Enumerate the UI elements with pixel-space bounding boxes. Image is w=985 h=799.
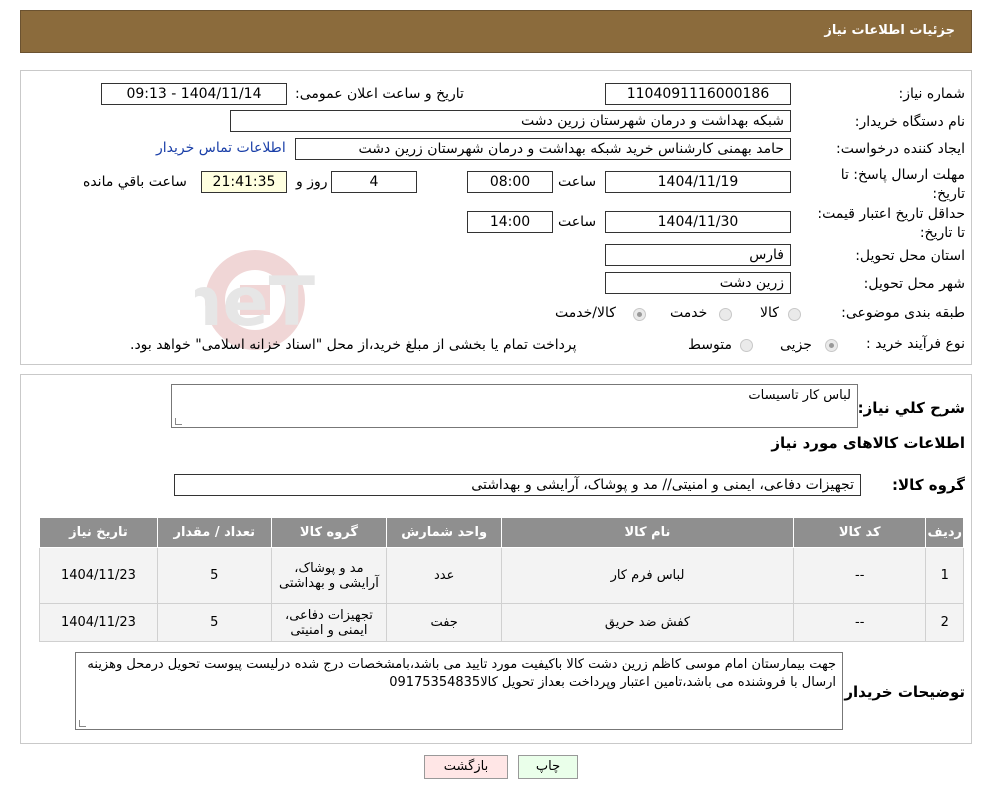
col-header-unit: واحد شمارش [386,517,503,548]
category-option-service: خدمت [670,305,708,321]
cell-code: -- [792,547,927,604]
cell-name: کفش ضد حریق [501,603,794,642]
announce-label: تاریخ و ساعت اعلان عمومی: [295,86,464,102]
days-field: 4 [331,171,417,193]
cell-code: -- [792,603,927,642]
print-button[interactable]: چاپ [518,755,578,779]
items-title: اطلاعات کالاهای مورد نیاز [771,434,965,452]
table-row: 1 -- لباس فرم کار عدد مد و پوشاک، آرایشی… [39,547,964,604]
deadline-time-label: ساعت [558,174,597,190]
buyer-contact-link[interactable]: اطلاعات تماس خریدار [156,140,286,156]
category-radio-service[interactable] [719,308,732,321]
col-header-date: تاریخ نیاز [39,517,158,548]
buyer-notes-text: جهت بیمارستان امام موسی کاظم زرین دشت کا… [87,657,836,690]
category-option-goods: کالا [760,305,779,321]
validity-time-field: 14:00 [467,211,553,233]
items-table: ردیف کد کالا نام کالا واحد شمارش گروه کا… [39,517,964,642]
validity-date-field: 1404/11/30 [605,211,791,233]
city-label: شهر محل تحویل: [863,276,965,292]
watermark-text: AriaTender.neT [195,263,316,342]
creator-label: ایجاد کننده درخواست: [836,141,965,157]
buyer-notes-label: توضیحات خریدار: [838,683,965,701]
validity-time-label: ساعت [558,214,597,230]
days-label: روز و [296,174,328,190]
group-label: گروه کالا: [892,476,965,494]
cell-group: تجهیزات دفاعی، ایمنی و امنیتی [270,603,388,642]
process-label: نوع فرآیند خرید : [866,336,965,352]
category-radio-goods[interactable] [788,308,801,321]
resize-handle-icon[interactable] [175,418,182,425]
col-header-qty: تعداد / مقدار [156,517,272,548]
process-option-medium: متوسط [688,337,732,353]
category-option-goods-service: کالا/خدمت [555,305,616,321]
summary-textarea[interactable]: لباس کار تاسیسات [171,384,858,428]
buyer-org-field: شبکه بهداشت و درمان شهرستان زرین دشت [230,110,791,132]
group-field: تجهیزات دفاعی، ایمنی و امنیتی// مد و پوش… [174,474,861,496]
cell-unit: جفت [386,603,503,642]
cell-row: 1 [925,547,964,604]
city-field: زرین دشت [605,272,791,294]
col-header-row: ردیف [925,517,964,548]
need-number-label: شماره نیاز: [898,86,966,102]
remaining-time-field: 21:41:35 [201,171,287,193]
process-payment-note: پرداخت تمام یا بخشی از مبلغ خرید،از محل … [130,337,577,353]
col-header-code: کد کالا [792,517,927,548]
items-table-wrapper: ردیف کد کالا نام کالا واحد شمارش گروه کا… [39,517,964,642]
table-row: 2 -- کفش ضد حریق جفت تجهیزات دفاعی، ایمن… [39,603,964,642]
process-option-minor: جزیی [780,337,812,353]
page-title: جزئیات اطلاعات نیاز [824,23,955,38]
back-button[interactable]: بازگشت [424,755,508,779]
cell-date: 1404/11/23 [39,603,158,642]
deadline-label: مهلت ارسال پاسخ: تا تاریخ: [840,167,965,202]
cell-name: لباس فرم کار [501,547,794,604]
col-header-name: نام کالا [501,517,794,548]
announce-field: 1404/11/14 - 09:13 [101,83,287,105]
cell-qty: 5 [156,547,272,604]
process-radio-minor[interactable] [825,339,838,352]
summary-label: شرح کلي نياز: [857,399,965,417]
buyer-org-label: نام دستگاه خریدار: [854,114,965,130]
cell-qty: 5 [156,603,272,642]
summary-text: لباس کار تاسیسات [748,388,851,403]
province-field: فارس [605,244,791,266]
category-radio-goods-service[interactable] [633,308,646,321]
need-number-field: 1104091116000186 [605,83,791,105]
col-header-group: گروه کالا [270,517,388,548]
cell-group: مد و پوشاک، آرایشی و بهداشتی [270,547,388,604]
buyer-notes-textarea[interactable]: جهت بیمارستان امام موسی کاظم زرین دشت کا… [75,652,843,730]
resize-handle-icon[interactable] [79,720,86,727]
province-label: استان محل تحویل: [855,248,965,264]
cell-date: 1404/11/23 [39,547,158,604]
remaining-label: ساعت باقي مانده [83,174,187,190]
page-header: جزئیات اطلاعات نیاز [20,10,972,53]
deadline-date-field: 1404/11/19 [605,171,791,193]
process-radio-medium[interactable] [740,339,753,352]
table-header-row: ردیف کد کالا نام کالا واحد شمارش گروه کا… [39,517,964,548]
creator-field: حامد بهمنی کارشناس خرید شبکه بهداشت و در… [295,138,791,160]
deadline-time-field: 08:00 [467,171,553,193]
cell-unit: عدد [386,547,503,604]
cell-row: 2 [925,603,964,642]
validity-label: حداقل تاریخ اعتبار قیمت: تا تاریخ: [817,206,965,241]
category-label: طبقه بندی موضوعی: [841,305,965,321]
